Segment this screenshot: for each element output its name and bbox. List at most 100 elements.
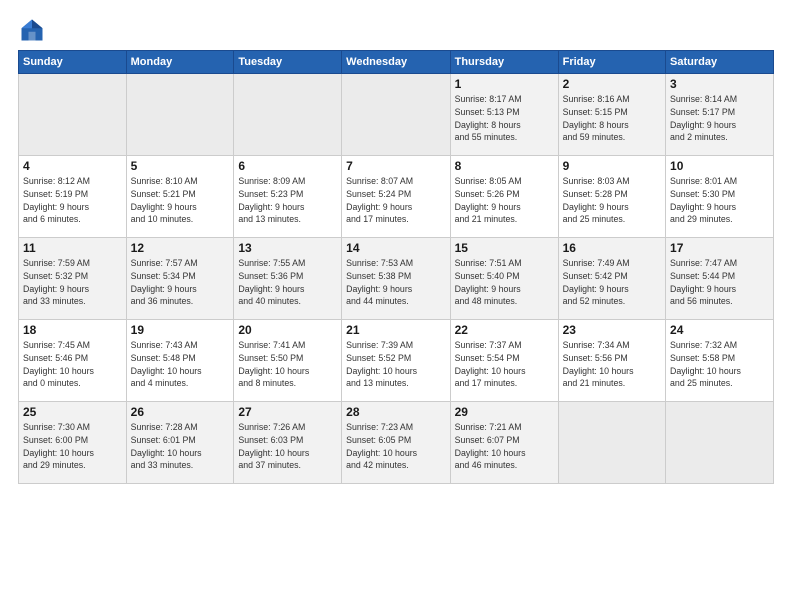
page-container: SundayMondayTuesdayWednesdayThursdayFrid… xyxy=(0,0,792,494)
calendar-day-cell: 29 Sunrise: 7:21 AMSunset: 6:07 PMDayligh… xyxy=(450,402,558,484)
day-info: Sunrise: 7:55 AMSunset: 5:36 PMDaylight:… xyxy=(238,257,337,308)
calendar-day-cell: 19 Sunrise: 7:43 AMSunset: 5:48 PMDayligh… xyxy=(126,320,234,402)
day-number: 25 xyxy=(23,405,122,419)
day-info: Sunrise: 7:51 AMSunset: 5:40 PMDaylight:… xyxy=(455,257,554,308)
day-info: Sunrise: 7:26 AMSunset: 6:03 PMDaylight:… xyxy=(238,421,337,472)
day-number: 11 xyxy=(23,241,122,255)
day-info: Sunrise: 7:59 AMSunset: 5:32 PMDaylight:… xyxy=(23,257,122,308)
weekday-header-tuesday: Tuesday xyxy=(234,51,342,74)
day-number: 19 xyxy=(131,323,230,337)
calendar-day-cell: 23 Sunrise: 7:34 AMSunset: 5:56 PMDayligh… xyxy=(558,320,665,402)
weekday-header-wednesday: Wednesday xyxy=(342,51,450,74)
calendar-table: SundayMondayTuesdayWednesdayThursdayFrid… xyxy=(18,50,774,484)
calendar-day-cell: 1 Sunrise: 8:17 AMSunset: 5:13 PMDaylight… xyxy=(450,74,558,156)
day-number: 22 xyxy=(455,323,554,337)
day-info: Sunrise: 7:28 AMSunset: 6:01 PMDaylight:… xyxy=(131,421,230,472)
calendar-day-cell: 12 Sunrise: 7:57 AMSunset: 5:34 PMDayligh… xyxy=(126,238,234,320)
day-info: Sunrise: 8:10 AMSunset: 5:21 PMDaylight:… xyxy=(131,175,230,226)
day-number: 18 xyxy=(23,323,122,337)
calendar-day-cell xyxy=(558,402,665,484)
calendar-week-row: 4 Sunrise: 8:12 AMSunset: 5:19 PMDaylight… xyxy=(19,156,774,238)
day-info: Sunrise: 8:01 AMSunset: 5:30 PMDaylight:… xyxy=(670,175,769,226)
day-info: Sunrise: 7:21 AMSunset: 6:07 PMDaylight:… xyxy=(455,421,554,472)
calendar-day-cell: 16Sunrise: 7:49 AMSunset: 5:42 PMDayligh… xyxy=(558,238,665,320)
day-number: 26 xyxy=(131,405,230,419)
calendar-day-cell: 11 Sunrise: 7:59 AMSunset: 5:32 PMDayligh… xyxy=(19,238,127,320)
day-info: Sunrise: 7:47 AMSunset: 5:44 PMDaylight:… xyxy=(670,257,769,308)
day-number: 27 xyxy=(238,405,337,419)
day-info: Sunrise: 8:17 AMSunset: 5:13 PMDaylight:… xyxy=(455,93,554,144)
day-number: 12 xyxy=(131,241,230,255)
day-number: 13 xyxy=(238,241,337,255)
calendar-day-cell: 17 Sunrise: 7:47 AMSunset: 5:44 PMDayligh… xyxy=(666,238,774,320)
day-info: Sunrise: 7:53 AMSunset: 5:38 PMDaylight:… xyxy=(346,257,445,308)
calendar-day-cell: 22 Sunrise: 7:37 AMSunset: 5:54 PMDayligh… xyxy=(450,320,558,402)
calendar-day-cell: 18Sunrise: 7:45 AMSunset: 5:46 PMDayligh… xyxy=(19,320,127,402)
day-number: 6 xyxy=(238,159,337,173)
calendar-day-cell: 2Sunrise: 8:16 AMSunset: 5:15 PMDaylight… xyxy=(558,74,665,156)
day-number: 1 xyxy=(455,77,554,91)
day-info: Sunrise: 7:30 AMSunset: 6:00 PMDaylight:… xyxy=(23,421,122,472)
day-number: 28 xyxy=(346,405,445,419)
day-number: 10 xyxy=(670,159,769,173)
day-info: Sunrise: 8:09 AMSunset: 5:23 PMDaylight:… xyxy=(238,175,337,226)
day-number: 15 xyxy=(455,241,554,255)
day-info: Sunrise: 7:39 AMSunset: 5:52 PMDaylight:… xyxy=(346,339,445,390)
day-number: 5 xyxy=(131,159,230,173)
calendar-day-cell: 4 Sunrise: 8:12 AMSunset: 5:19 PMDaylight… xyxy=(19,156,127,238)
calendar-day-cell: 26 Sunrise: 7:28 AMSunset: 6:01 PMDayligh… xyxy=(126,402,234,484)
weekday-header-thursday: Thursday xyxy=(450,51,558,74)
header xyxy=(18,16,774,44)
calendar-day-cell: 28 Sunrise: 7:23 AMSunset: 6:05 PMDayligh… xyxy=(342,402,450,484)
day-number: 24 xyxy=(670,323,769,337)
weekday-header-monday: Monday xyxy=(126,51,234,74)
day-number: 14 xyxy=(346,241,445,255)
day-number: 21 xyxy=(346,323,445,337)
day-info: Sunrise: 8:14 AMSunset: 5:17 PMDaylight:… xyxy=(670,93,769,144)
calendar-day-cell: 13 Sunrise: 7:55 AMSunset: 5:36 PMDayligh… xyxy=(234,238,342,320)
calendar-day-cell: 21 Sunrise: 7:39 AMSunset: 5:52 PMDayligh… xyxy=(342,320,450,402)
day-info: Sunrise: 7:23 AMSunset: 6:05 PMDaylight:… xyxy=(346,421,445,472)
day-number: 9 xyxy=(563,159,661,173)
calendar-day-cell: 27 Sunrise: 7:26 AMSunset: 6:03 PMDayligh… xyxy=(234,402,342,484)
calendar-day-cell: 7 Sunrise: 8:07 AMSunset: 5:24 PMDaylight… xyxy=(342,156,450,238)
day-number: 17 xyxy=(670,241,769,255)
day-info: Sunrise: 7:49 AMSunset: 5:42 PMDaylight:… xyxy=(563,257,661,308)
day-number: 29 xyxy=(455,405,554,419)
day-number: 20 xyxy=(238,323,337,337)
logo xyxy=(18,16,50,44)
day-info: Sunrise: 7:57 AMSunset: 5:34 PMDaylight:… xyxy=(131,257,230,308)
day-number: 8 xyxy=(455,159,554,173)
calendar-day-cell xyxy=(126,74,234,156)
calendar-day-cell: 8 Sunrise: 8:05 AMSunset: 5:26 PMDaylight… xyxy=(450,156,558,238)
calendar-day-cell: 14 Sunrise: 7:53 AMSunset: 5:38 PMDayligh… xyxy=(342,238,450,320)
calendar-day-cell: 9 Sunrise: 8:03 AMSunset: 5:28 PMDaylight… xyxy=(558,156,665,238)
day-number: 3 xyxy=(670,77,769,91)
calendar-week-row: 18Sunrise: 7:45 AMSunset: 5:46 PMDayligh… xyxy=(19,320,774,402)
calendar-day-cell: 5 Sunrise: 8:10 AMSunset: 5:21 PMDaylight… xyxy=(126,156,234,238)
day-info: Sunrise: 7:34 AMSunset: 5:56 PMDaylight:… xyxy=(563,339,661,390)
calendar-day-cell: 3 Sunrise: 8:14 AMSunset: 5:17 PMDaylight… xyxy=(666,74,774,156)
calendar-day-cell: 24 Sunrise: 7:32 AMSunset: 5:58 PMDayligh… xyxy=(666,320,774,402)
calendar-week-row: 1 Sunrise: 8:17 AMSunset: 5:13 PMDaylight… xyxy=(19,74,774,156)
day-info: Sunrise: 8:03 AMSunset: 5:28 PMDaylight:… xyxy=(563,175,661,226)
weekday-header-friday: Friday xyxy=(558,51,665,74)
day-number: 23 xyxy=(563,323,661,337)
calendar-day-cell xyxy=(342,74,450,156)
day-info: Sunrise: 8:07 AMSunset: 5:24 PMDaylight:… xyxy=(346,175,445,226)
day-info: Sunrise: 7:43 AMSunset: 5:48 PMDaylight:… xyxy=(131,339,230,390)
logo-icon xyxy=(18,16,46,44)
weekday-header-sunday: Sunday xyxy=(19,51,127,74)
calendar-day-cell xyxy=(666,402,774,484)
calendar-day-cell: 6 Sunrise: 8:09 AMSunset: 5:23 PMDaylight… xyxy=(234,156,342,238)
day-info: Sunrise: 7:32 AMSunset: 5:58 PMDaylight:… xyxy=(670,339,769,390)
day-info: Sunrise: 8:05 AMSunset: 5:26 PMDaylight:… xyxy=(455,175,554,226)
weekday-header-saturday: Saturday xyxy=(666,51,774,74)
calendar-day-cell xyxy=(234,74,342,156)
calendar-day-cell xyxy=(19,74,127,156)
day-number: 7 xyxy=(346,159,445,173)
day-info: Sunrise: 8:12 AMSunset: 5:19 PMDaylight:… xyxy=(23,175,122,226)
day-info: Sunrise: 7:37 AMSunset: 5:54 PMDaylight:… xyxy=(455,339,554,390)
day-number: 4 xyxy=(23,159,122,173)
weekday-header-row: SundayMondayTuesdayWednesdayThursdayFrid… xyxy=(19,51,774,74)
